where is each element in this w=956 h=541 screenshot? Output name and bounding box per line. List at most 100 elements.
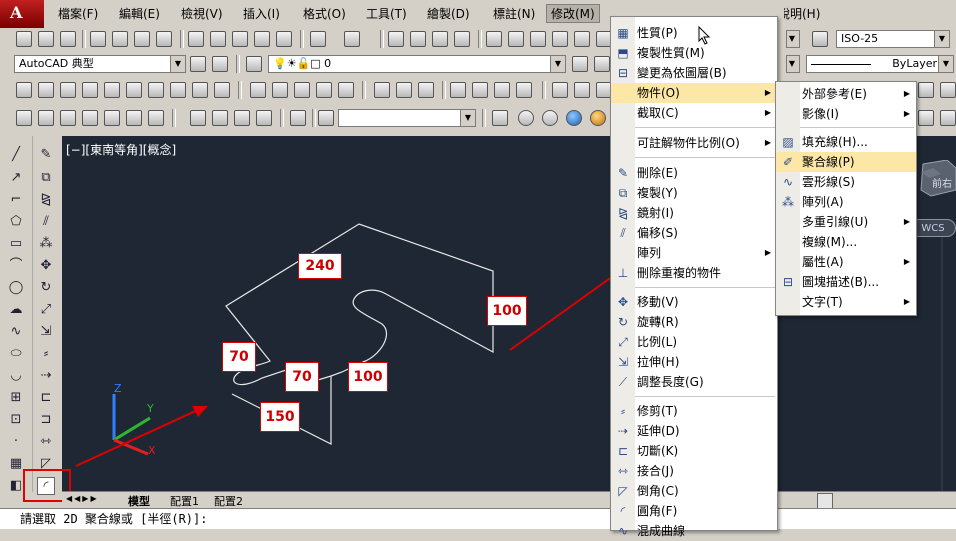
submenu-item-multiline[interactable]: 複線(M)... bbox=[776, 232, 916, 252]
print-icon[interactable] bbox=[90, 31, 106, 47]
circle-icon[interactable]: ◯ bbox=[7, 279, 25, 297]
3d-rotate-icon[interactable] bbox=[472, 82, 488, 98]
menu-item-chamfer[interactable]: ◸ 倒角(C) bbox=[611, 481, 777, 501]
submenu-item-spline[interactable]: ∿ 雲形線(S) bbox=[776, 172, 916, 192]
sweep-icon[interactable] bbox=[294, 82, 310, 98]
pan-icon[interactable] bbox=[388, 31, 404, 47]
redo-icon[interactable] bbox=[344, 31, 360, 47]
horizontal-scroll-thumb[interactable] bbox=[817, 493, 833, 509]
erase-tool-icon[interactable]: ✎ bbox=[37, 146, 55, 164]
torus-icon[interactable] bbox=[148, 82, 164, 98]
nw-iso-icon[interactable] bbox=[234, 110, 250, 126]
conceptual-style-icon[interactable] bbox=[590, 110, 606, 126]
3d-align-icon[interactable] bbox=[494, 82, 510, 98]
design-center-icon[interactable] bbox=[508, 31, 524, 47]
scale-tool-icon[interactable]: ⤢ bbox=[37, 301, 55, 319]
submenu-item-attribute[interactable]: 屬性(A) ▶ bbox=[776, 252, 916, 272]
3d-move-icon[interactable] bbox=[450, 82, 466, 98]
cut-icon[interactable] bbox=[188, 31, 204, 47]
menu-tools[interactable]: 工具(T) bbox=[366, 5, 407, 22]
extend-tool-icon[interactable]: ⇢ bbox=[37, 367, 55, 385]
rectangle-icon[interactable]: ▭ bbox=[7, 235, 25, 253]
properties-palette-icon[interactable] bbox=[486, 31, 502, 47]
publish-icon[interactable] bbox=[134, 31, 150, 47]
submenu-item-block-description[interactable]: ⊟ 圖塊描述(B)... bbox=[776, 272, 916, 292]
front-view-icon[interactable] bbox=[104, 110, 120, 126]
ellipse-icon[interactable]: ⬭ bbox=[7, 345, 25, 363]
menu-edit[interactable]: 編輯(E) bbox=[119, 5, 160, 22]
insert-block-icon[interactable]: ⊞ bbox=[7, 389, 25, 407]
command-line[interactable]: 請選取 2D 聚合線或 [半徑(R)]: bbox=[0, 508, 956, 529]
menu-modify[interactable]: 修改(M) bbox=[546, 4, 600, 23]
join-tool-icon[interactable]: ⇿ bbox=[37, 433, 55, 451]
submenu-item-xref[interactable]: 外部參考(E) ▶ bbox=[776, 84, 916, 104]
cylinder-icon[interactable] bbox=[126, 82, 142, 98]
subtract-icon[interactable] bbox=[396, 82, 412, 98]
menu-item-blend[interactable]: ∿ 混成曲線 bbox=[611, 521, 777, 541]
menu-draw[interactable]: 繪製(D) bbox=[427, 5, 470, 22]
dimension-style-icon[interactable] bbox=[812, 31, 828, 47]
se-iso-icon[interactable] bbox=[190, 110, 206, 126]
box-icon[interactable] bbox=[38, 82, 54, 98]
presspull-icon[interactable] bbox=[272, 82, 288, 98]
named-views-icon[interactable] bbox=[290, 110, 306, 126]
application-menu-button[interactable]: A bbox=[0, 0, 44, 28]
tab-layout1[interactable]: 配置1 bbox=[170, 493, 199, 509]
open-file-icon[interactable] bbox=[38, 31, 54, 47]
tab-model[interactable]: 模型 bbox=[128, 493, 150, 509]
menu-item-scale[interactable]: ⤢ 比例(L) bbox=[611, 332, 777, 352]
tab-nav-arrows-icon[interactable]: ◀◀▶▶ bbox=[66, 494, 99, 503]
move-tool-icon[interactable]: ✥ bbox=[37, 257, 55, 275]
pyramid-icon[interactable] bbox=[170, 82, 186, 98]
menu-item-trim[interactable]: ⸗ 修剪(T) bbox=[611, 401, 777, 421]
block-editor-icon[interactable] bbox=[276, 31, 292, 47]
submenu-item-text[interactable]: 文字(T) ▶ bbox=[776, 292, 916, 312]
menu-item-erase[interactable]: ✎ 刪除(E) bbox=[611, 163, 777, 183]
menu-item-join[interactable]: ⇿ 接合(J) bbox=[611, 461, 777, 481]
menu-item-array[interactable]: 陣列 ▶ bbox=[611, 243, 777, 263]
trim-tool-icon[interactable]: ⸗ bbox=[37, 345, 55, 363]
submenu-item-image[interactable]: 影像(I) ▶ bbox=[776, 104, 916, 124]
layer-select[interactable]: 💡☀🔓□ 0 ▼ bbox=[268, 55, 566, 73]
sphere-icon[interactable] bbox=[104, 82, 120, 98]
zoom-realtime-icon[interactable] bbox=[410, 31, 426, 47]
color-dropdown[interactable]: ▼ bbox=[786, 55, 800, 73]
arc-icon[interactable]: ⌒ bbox=[7, 257, 25, 275]
mirror-tool-icon[interactable]: ⧎ bbox=[37, 191, 55, 209]
workspace-settings-icon[interactable] bbox=[190, 56, 206, 72]
menu-view[interactable]: 檢視(V) bbox=[181, 5, 223, 22]
submenu-item-polyline[interactable]: ✐ 聚合線(P) bbox=[776, 152, 916, 172]
menu-item-properties[interactable]: ▦ 性質(P) bbox=[611, 23, 777, 43]
menu-item-clip[interactable]: 截取(C) ▶ bbox=[611, 103, 777, 123]
text-style-icon[interactable] bbox=[940, 82, 956, 98]
submenu-item-array[interactable]: ⁂ 陣列(A) bbox=[776, 192, 916, 212]
style-dropdown[interactable]: ▼ bbox=[786, 30, 800, 48]
construction-line-icon[interactable]: ↗ bbox=[7, 169, 25, 187]
copy-clip-icon[interactable] bbox=[210, 31, 226, 47]
markup-icon[interactable] bbox=[574, 31, 590, 47]
paste-icon[interactable] bbox=[232, 31, 248, 47]
menu-item-annotative-scale[interactable]: 可註解物件比例(O) ▶ bbox=[611, 133, 777, 153]
print-preview-icon[interactable] bbox=[112, 31, 128, 47]
spline-draw-icon[interactable]: ∿ bbox=[7, 323, 25, 341]
menu-file[interactable]: 檔案(F) bbox=[58, 5, 98, 22]
dimstyle-select[interactable]: ISO-25 ▼ bbox=[836, 30, 950, 48]
slice-icon[interactable] bbox=[552, 82, 568, 98]
zoom-previous-icon[interactable] bbox=[454, 31, 470, 47]
break-at-point-icon[interactable]: ⊐ bbox=[37, 411, 55, 429]
planar-surface-icon[interactable] bbox=[214, 82, 230, 98]
save-icon[interactable] bbox=[60, 31, 76, 47]
menu-help[interactable]: 說明(H) bbox=[784, 5, 820, 22]
linetype-select[interactable]: ByLayer ▼ bbox=[806, 55, 954, 73]
break-tool-icon[interactable]: ⊏ bbox=[37, 389, 55, 407]
ne-iso-icon[interactable] bbox=[212, 110, 228, 126]
sw-iso-icon[interactable] bbox=[148, 110, 164, 126]
new-file-icon[interactable] bbox=[16, 31, 32, 47]
ucs-settings-icon[interactable] bbox=[492, 110, 508, 126]
cone-icon[interactable] bbox=[82, 82, 98, 98]
right-view-icon[interactable] bbox=[82, 110, 98, 126]
menu-item-stretch[interactable]: ⇲ 拉伸(H) bbox=[611, 352, 777, 372]
menu-item-break[interactable]: ⊏ 切斷(K) bbox=[611, 441, 777, 461]
menu-item-copy[interactable]: ⧉ 複製(Y) bbox=[611, 183, 777, 203]
menu-item-move[interactable]: ✥ 移動(V) bbox=[611, 292, 777, 312]
